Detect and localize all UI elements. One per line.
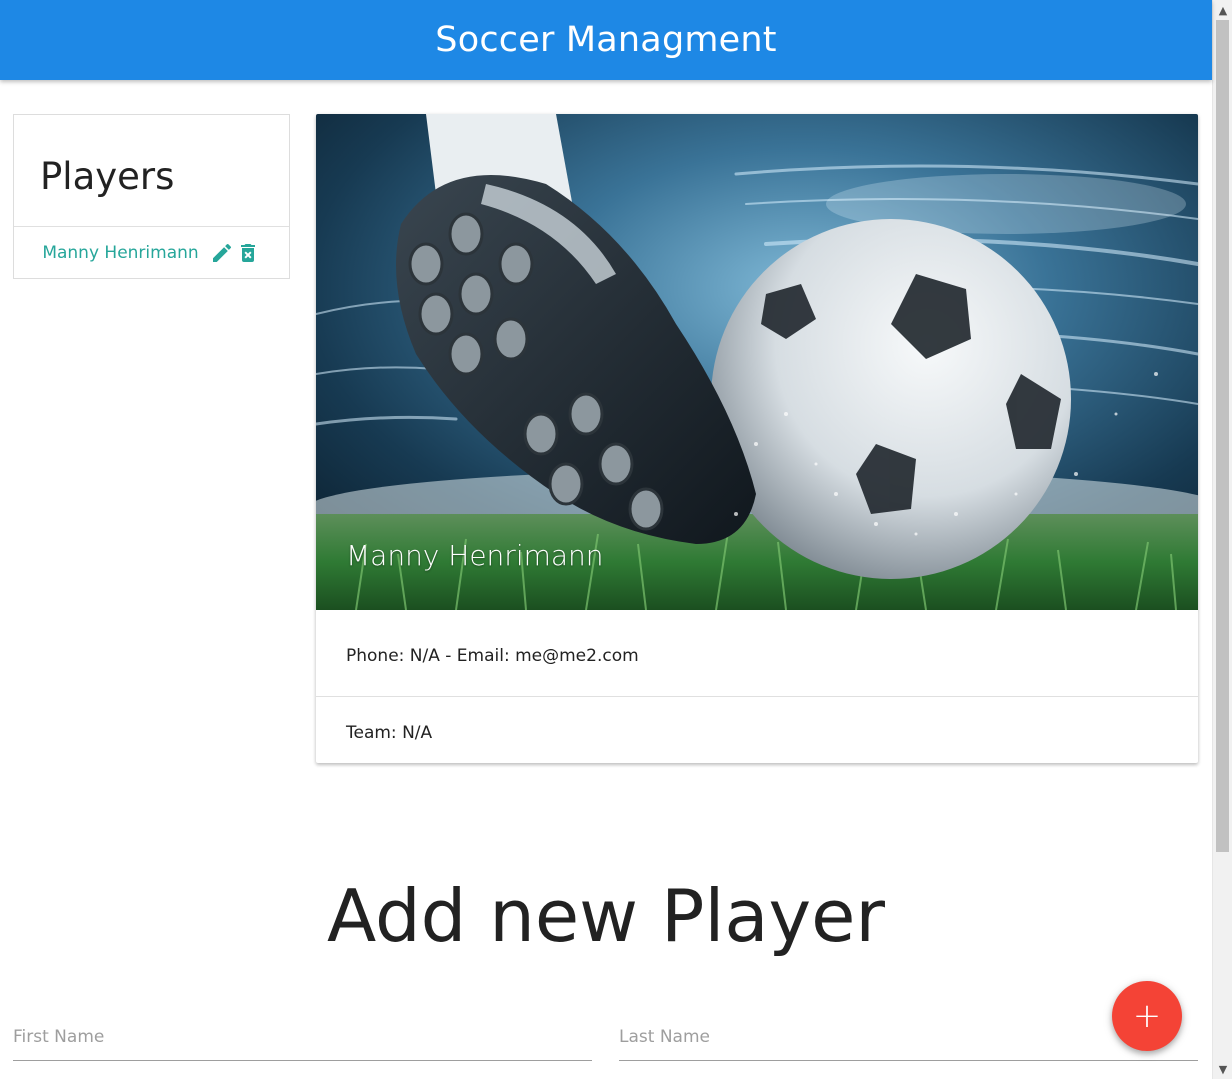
first-name-input[interactable]	[13, 1016, 592, 1058]
soccer-photo-illustration	[316, 114, 1198, 610]
players-title: Players	[40, 155, 175, 198]
add-player-button[interactable]: +	[1112, 981, 1182, 1051]
scroll-up-arrow-icon[interactable]: ▲	[1213, 0, 1232, 20]
player-detail-card: Manny Henrimann Phone: N/A - Email: me@m…	[316, 114, 1198, 763]
pencil-icon[interactable]	[209, 240, 235, 266]
plus-icon: +	[1132, 996, 1162, 1036]
last-name-field[interactable]	[619, 1016, 1198, 1061]
players-card: Players Manny Henrimann	[13, 114, 290, 279]
app-bar: Soccer Managment	[0, 0, 1212, 80]
player-team: Team: N/A	[346, 723, 433, 743]
player-card-name: Manny Henrimann	[346, 539, 604, 572]
scrollbar[interactable]: ▲ ▼	[1212, 0, 1232, 1079]
detail-divider	[316, 696, 1198, 697]
add-player-heading: Add new Player	[326, 874, 886, 958]
app-title: Soccer Managment	[435, 20, 777, 60]
trash-x-icon[interactable]	[235, 240, 261, 266]
player-hero-image: Manny Henrimann	[316, 114, 1198, 610]
player-contact: Phone: N/A - Email: me@me2.com	[346, 646, 639, 666]
player-name[interactable]: Manny Henrimann	[42, 243, 198, 263]
scroll-thumb[interactable]	[1216, 20, 1229, 852]
first-name-field[interactable]	[13, 1016, 592, 1061]
scroll-down-arrow-icon[interactable]: ▼	[1213, 1059, 1232, 1079]
player-list-item[interactable]: Manny Henrimann	[14, 227, 289, 279]
page: Soccer Managment Players Manny Henrimann	[0, 0, 1232, 1079]
last-name-input[interactable]	[619, 1016, 1198, 1058]
